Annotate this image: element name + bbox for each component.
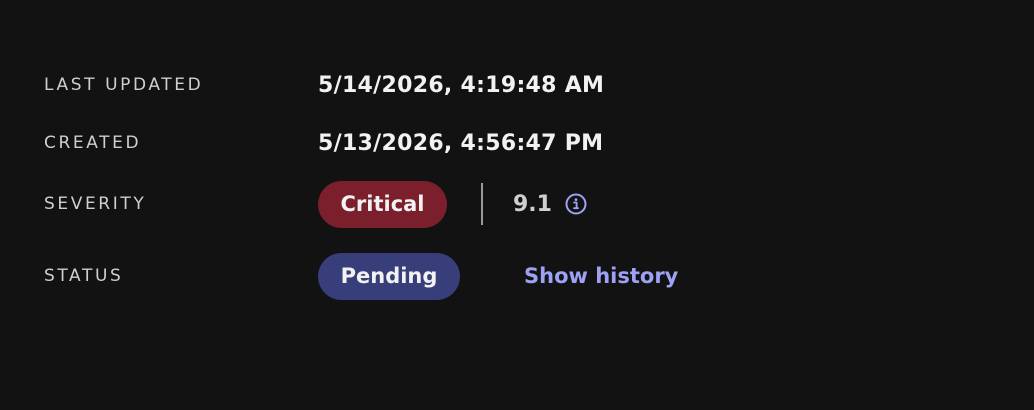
last-updated-value: 5/14/2026, 4:19:48 AM — [318, 72, 605, 98]
severity-label: SEVERITY — [44, 194, 147, 214]
severity-row: SEVERITY Critical 9.1 — [44, 179, 588, 229]
details-panel: LAST UPDATED 5/14/2026, 4:19:48 AM CREAT… — [0, 0, 1034, 410]
last-updated-label: LAST UPDATED — [44, 75, 204, 95]
info-circle-icon[interactable] — [564, 192, 588, 216]
created-value: 5/13/2026, 4:56:47 PM — [318, 130, 604, 156]
severity-divider — [481, 183, 483, 225]
severity-badge: Critical — [318, 180, 447, 228]
status-row: STATUS Pending Show history — [44, 251, 678, 301]
severity-score: 9.1 — [513, 191, 552, 217]
created-label: CREATED — [44, 133, 142, 153]
status-label: STATUS — [44, 266, 124, 286]
created-row: CREATED 5/13/2026, 4:56:47 PM — [44, 118, 603, 168]
last-updated-row: LAST UPDATED 5/14/2026, 4:19:48 AM — [44, 60, 604, 110]
show-history-link[interactable]: Show history — [524, 264, 678, 288]
status-badge: Pending — [318, 252, 460, 300]
